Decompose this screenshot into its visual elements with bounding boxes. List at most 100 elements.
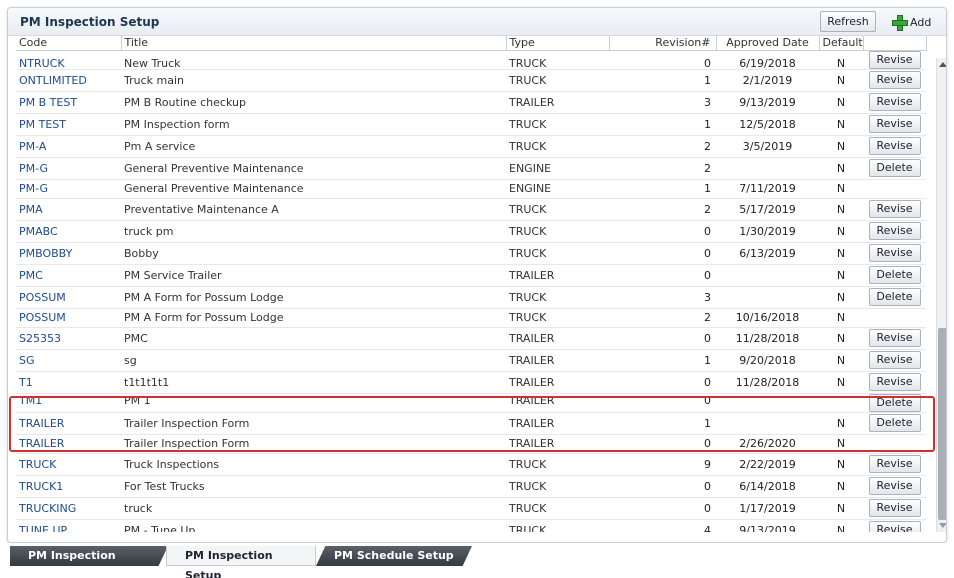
- table-row[interactable]: PM B TEST PM B Routine checkup TRAILER 3 9/1…: [16, 91, 926, 114]
- revise-button[interactable]: Revise: [868, 71, 921, 89]
- table-row[interactable]: ONTLIMITED Truck main TRUCK 1 2/1/2019 N Revis…: [16, 69, 926, 92]
- table-row[interactable]: PM-G General Preventive Maintenance ENGINE…: [16, 179, 926, 199]
- tab-pm-inspection-history[interactable]: PM Inspection History: [10, 546, 168, 566]
- action-cell: Delete: [863, 264, 926, 287]
- table-row[interactable]: POSSUM PM A Form for Possum Lodge TRUCK 3 N D…: [16, 286, 926, 309]
- tab-pm-schedule-setup[interactable]: PM Schedule Setup: [316, 546, 472, 566]
- code-cell[interactable]: TUNE UP: [16, 519, 121, 532]
- code-cell[interactable]: PMBOBBY: [16, 242, 121, 265]
- code-cell[interactable]: TRAILER: [16, 434, 121, 454]
- table-row[interactable]: SG sg TRAILER 1 9/20/2018 N Revise: [16, 349, 926, 372]
- code-cell[interactable]: PM TEST: [16, 113, 121, 136]
- code-cell[interactable]: POSSUM: [16, 308, 121, 328]
- code-cell[interactable]: T1: [16, 371, 121, 394]
- scroll-down-arrow-icon[interactable]: [939, 523, 946, 528]
- delete-button[interactable]: Delete: [868, 414, 921, 432]
- column-header-code[interactable]: Code: [16, 36, 122, 51]
- code-cell[interactable]: PM-G: [16, 157, 121, 180]
- type-cell: TRUCK: [506, 242, 609, 265]
- table-row[interactable]: TM1 PM 1 TRAILER 0 Delete: [16, 393, 926, 413]
- table-row[interactable]: TRUCK1 For Test Trucks TRUCK 0 6/14/2018 N Rev…: [16, 475, 926, 498]
- inspection-table: Code Title Type Revision# Approved Date …: [16, 36, 927, 532]
- table-row[interactable]: NTRUCK New Truck TRUCK 0 6/19/2018 N Revise: [16, 50, 926, 70]
- title-cell: PM B Routine checkup: [121, 91, 506, 114]
- title-cell: PM Inspection form: [121, 113, 506, 136]
- table-row[interactable]: PM TEST PM Inspection form TRUCK 1 12/5/2018…: [16, 113, 926, 136]
- column-header-revision[interactable]: Revision#: [609, 36, 717, 51]
- table-row[interactable]: TRUCK Truck Inspections TRUCK 9 2/22/2019 N Re…: [16, 453, 926, 476]
- table-row[interactable]: PM-A Pm A service TRUCK 2 3/5/2019 N Revise: [16, 135, 926, 158]
- type-cell: TRUCK: [506, 198, 609, 221]
- action-cell: Revise: [863, 198, 926, 221]
- code-cell[interactable]: TM1: [16, 393, 121, 413]
- revise-button[interactable]: Revise: [868, 477, 921, 495]
- column-header-title[interactable]: Title: [121, 36, 507, 51]
- revise-button[interactable]: Revise: [868, 521, 921, 532]
- type-cell: TRAILER: [506, 371, 609, 394]
- revise-button[interactable]: Revise: [868, 499, 921, 517]
- title-cell: Trailer Inspection Form: [121, 434, 506, 454]
- code-cell[interactable]: TRUCK1: [16, 475, 121, 498]
- table-body: NTRUCK New Truck TRUCK 0 6/19/2018 N Revise ONT…: [16, 50, 926, 532]
- revise-button[interactable]: Revise: [868, 222, 921, 240]
- table-row[interactable]: PMC PM Service Trailer TRAILER 0 N Delete: [16, 264, 926, 287]
- table-row[interactable]: TRAILER Trailer Inspection Form TRAILER 0 2/…: [16, 434, 926, 454]
- table-row[interactable]: TRAILER Trailer Inspection Form TRAILER 1 N D…: [16, 412, 926, 435]
- delete-button[interactable]: Delete: [868, 159, 921, 177]
- revise-button[interactable]: Revise: [868, 373, 921, 391]
- revise-button[interactable]: Revise: [868, 200, 921, 218]
- table-row[interactable]: S25353 PMC TRAILER 0 11/28/2018 N Revise: [16, 327, 926, 350]
- code-cell[interactable]: TRUCK: [16, 453, 121, 476]
- table-row[interactable]: PMBOBBY Bobby TRUCK 0 6/13/2019 N Revise: [16, 242, 926, 265]
- table-row[interactable]: TUNE UP PM - Tune Up TRUCK 4 9/13/2019 N Revis…: [16, 519, 926, 532]
- code-cell[interactable]: NTRUCK: [16, 50, 121, 70]
- revise-button[interactable]: Revise: [868, 351, 921, 369]
- delete-button[interactable]: Delete: [868, 288, 921, 306]
- revise-button[interactable]: Revise: [868, 93, 921, 111]
- scroll-up-arrow-icon[interactable]: [939, 62, 946, 67]
- code-cell[interactable]: PM-A: [16, 135, 121, 158]
- revise-button[interactable]: Revise: [868, 244, 921, 262]
- title-cell: Bobby: [121, 242, 506, 265]
- approved-date-cell: 6/19/2018: [716, 50, 819, 70]
- tab-pm-inspection-setup[interactable]: PM Inspection Setup: [166, 546, 316, 578]
- code-cell[interactable]: ONTLIMITED: [16, 69, 121, 92]
- refresh-button[interactable]: Refresh: [820, 11, 876, 32]
- delete-button[interactable]: Delete: [868, 393, 921, 411]
- revise-button[interactable]: Revise: [868, 115, 921, 133]
- vertical-scrollbar[interactable]: [936, 58, 946, 532]
- code-cell[interactable]: PM-G: [16, 179, 121, 199]
- pm-inspection-setup-panel: PM Inspection Setup Refresh Add Code Tit…: [7, 7, 947, 543]
- revise-button[interactable]: Revise: [868, 50, 921, 68]
- revise-button[interactable]: Revise: [868, 137, 921, 155]
- code-cell[interactable]: SG: [16, 349, 121, 372]
- action-cell: Revise: [863, 453, 926, 476]
- add-button[interactable]: Add: [892, 12, 938, 32]
- revise-button[interactable]: Revise: [868, 455, 921, 473]
- default-cell: N: [819, 242, 863, 265]
- code-cell[interactable]: PMC: [16, 264, 121, 287]
- column-header-type[interactable]: Type: [506, 36, 610, 51]
- table-row[interactable]: TRUCKING truck TRUCK 0 1/17/2019 N Revise: [16, 497, 926, 520]
- code-cell[interactable]: TRAILER: [16, 412, 121, 435]
- table-row[interactable]: PM-G General Preventive Maintenance ENGINE…: [16, 157, 926, 180]
- code-cell[interactable]: PMABC: [16, 220, 121, 243]
- table-row[interactable]: T1 t1t1t1t1 TRAILER 0 11/28/2018 N Revise: [16, 371, 926, 394]
- default-cell: N: [819, 497, 863, 520]
- revise-button[interactable]: Revise: [868, 329, 921, 347]
- column-header-default[interactable]: Default: [819, 36, 864, 51]
- revision-cell: 0: [609, 50, 716, 70]
- code-cell[interactable]: PMA: [16, 198, 121, 221]
- code-cell[interactable]: TRUCKING: [16, 497, 121, 520]
- code-cell[interactable]: PM B TEST: [16, 91, 121, 114]
- column-header-approved-date[interactable]: Approved Date: [716, 36, 820, 51]
- table-row[interactable]: PMA Preventative Maintenance A TRUCK 2 5/17/…: [16, 198, 926, 221]
- code-cell[interactable]: POSSUM: [16, 286, 121, 309]
- table-row[interactable]: POSSUM PM A Form for Possum Lodge TRUCK 2 10…: [16, 308, 926, 328]
- scroll-thumb[interactable]: [938, 328, 946, 520]
- revision-cell: 2: [609, 198, 716, 221]
- code-cell[interactable]: S25353: [16, 327, 121, 350]
- table-row[interactable]: PMABC truck pm TRUCK 0 1/30/2019 N Revise: [16, 220, 926, 243]
- approved-date-cell: 11/28/2018: [716, 327, 819, 350]
- delete-button[interactable]: Delete: [868, 266, 921, 284]
